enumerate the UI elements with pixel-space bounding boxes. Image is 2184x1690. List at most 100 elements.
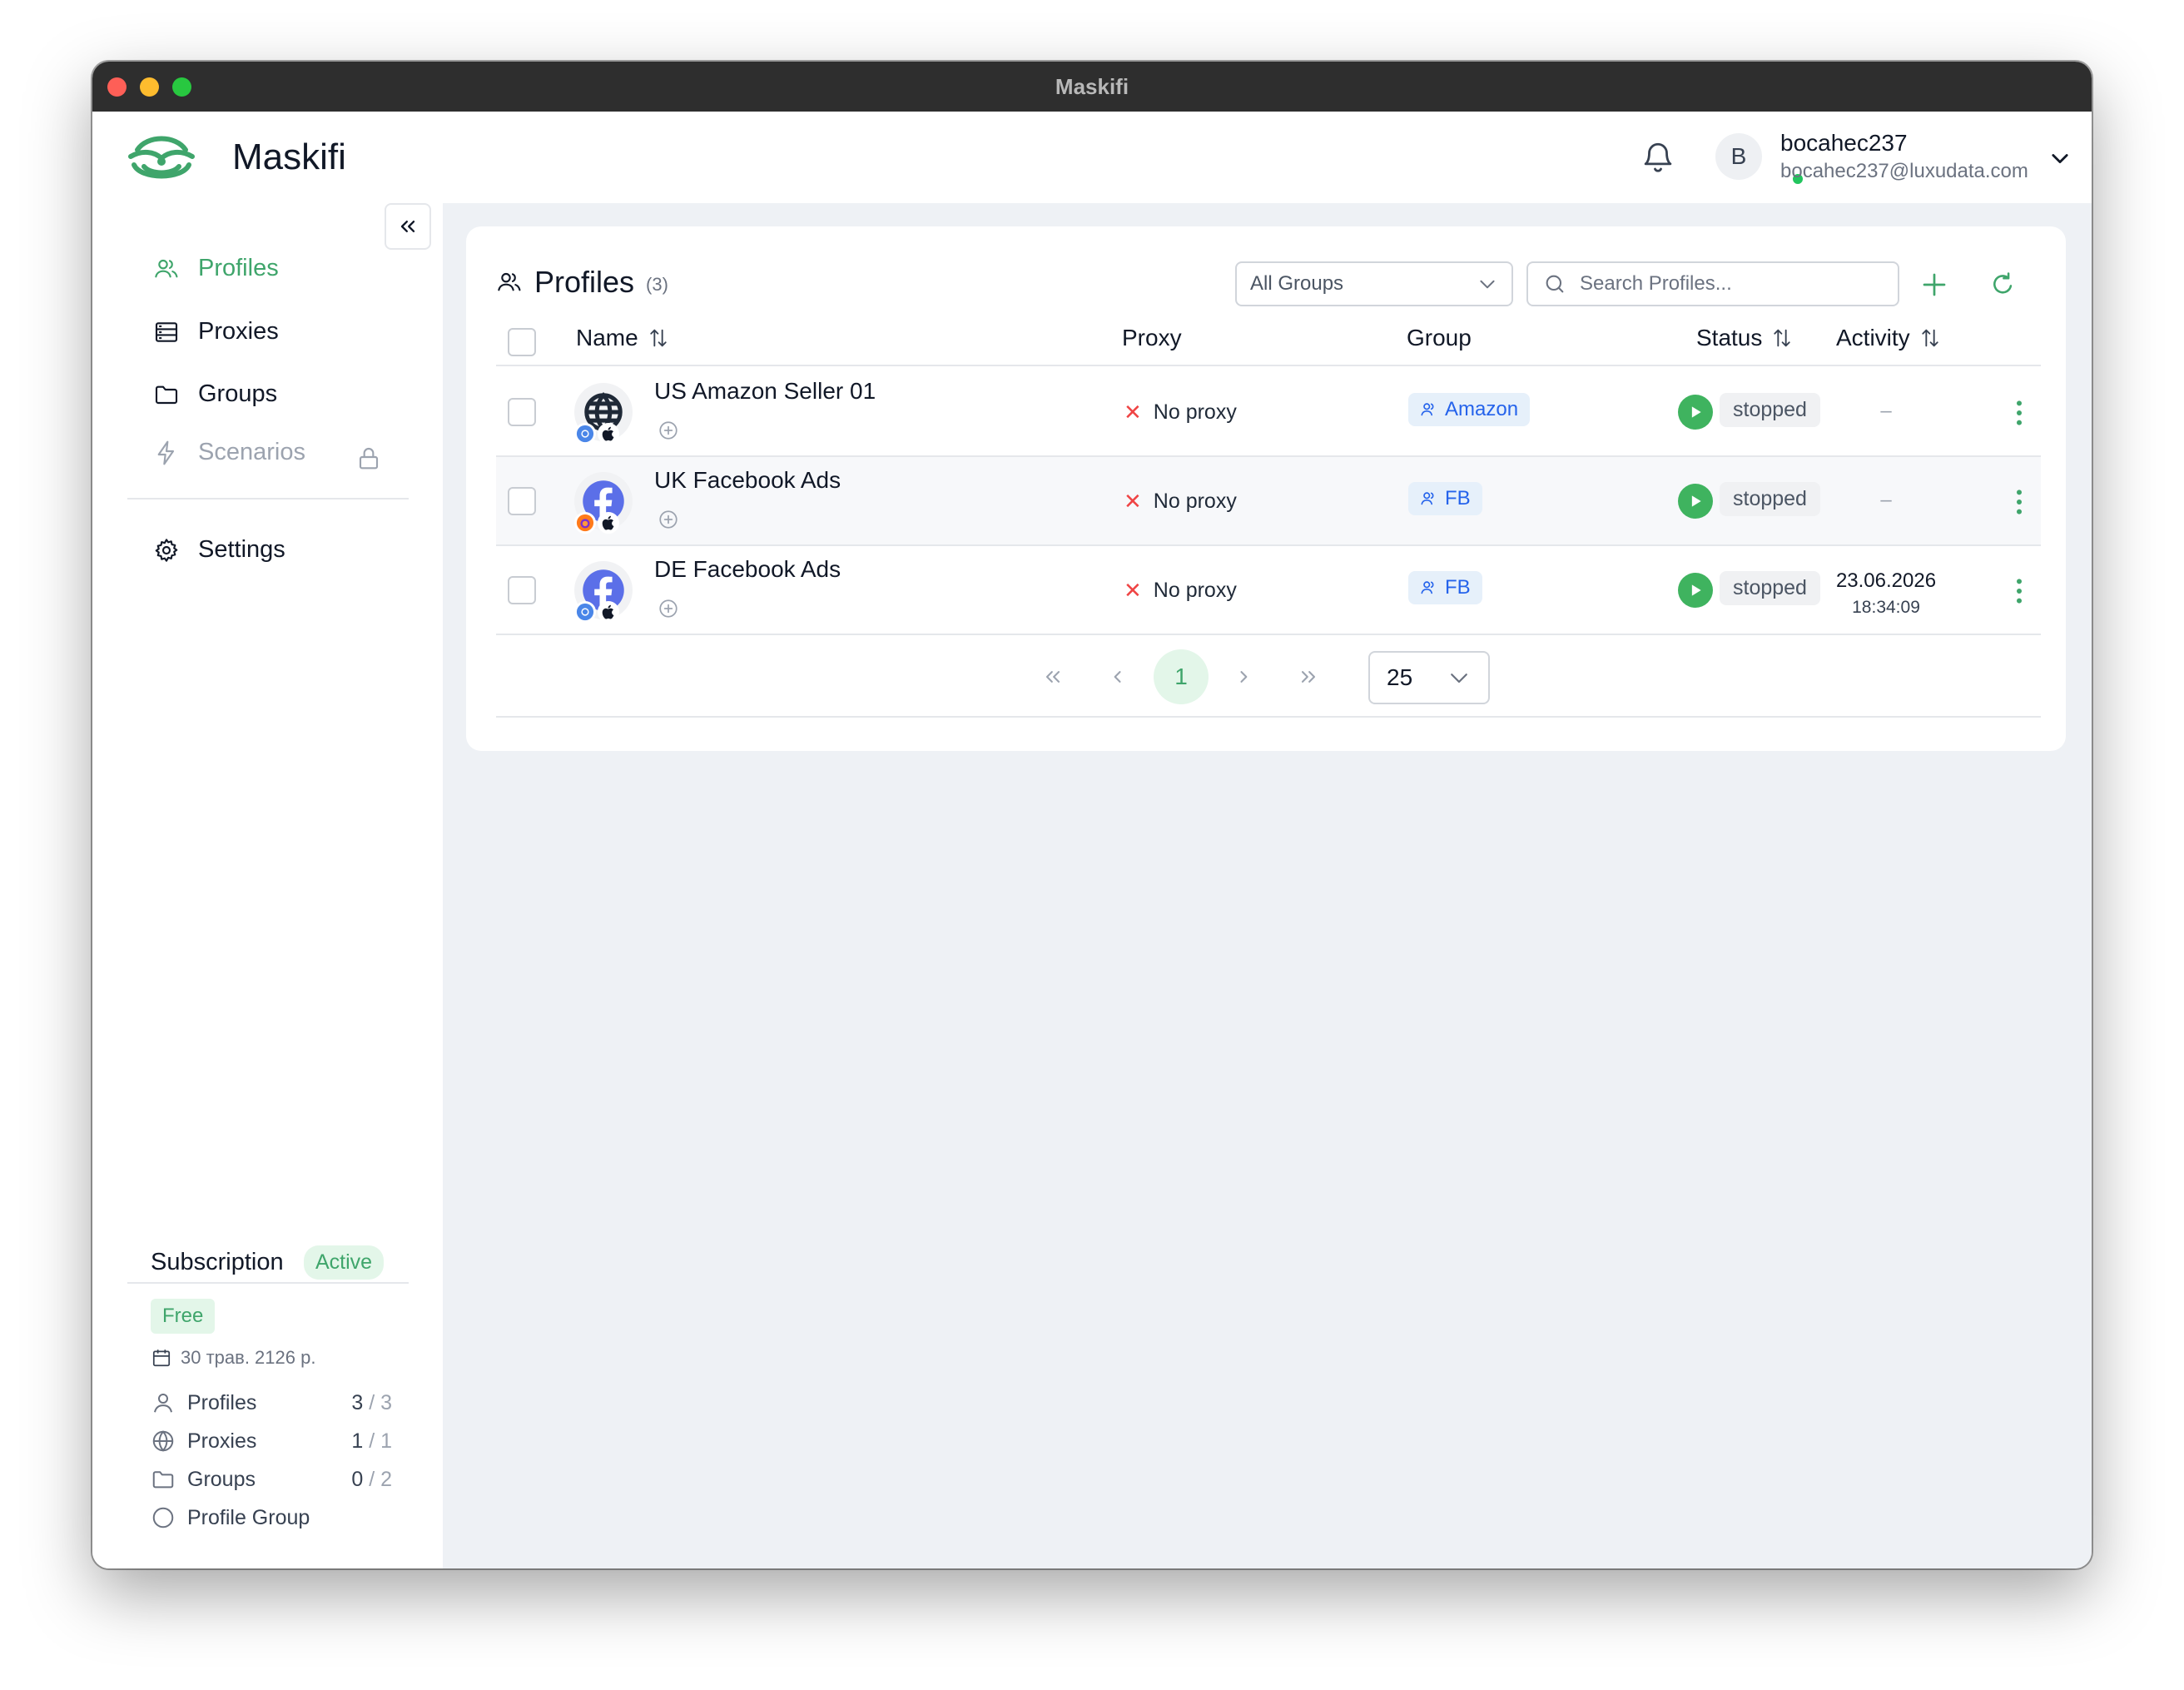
table-row[interactable]: UK Facebook Ads ✕ No proxy FB stopped – [496, 457, 2041, 546]
apple-icon [598, 601, 619, 623]
start-profile-button[interactable] [1678, 395, 1713, 430]
chevron-left-icon [1114, 671, 1121, 683]
column-activity[interactable]: Activity [1836, 325, 1942, 351]
profile-name[interactable]: DE Facebook Ads [654, 556, 841, 583]
profile-name[interactable]: US Amazon Seller 01 [654, 378, 876, 405]
globe-icon [152, 1430, 174, 1452]
search-field[interactable] [1526, 261, 1899, 306]
server-icon [155, 321, 178, 342]
group-filter-select[interactable]: All Groups [1235, 261, 1513, 306]
sort-icon [1774, 329, 1791, 347]
no-proxy-x-icon: ✕ [1124, 400, 1142, 425]
limit-row-groups: Groups 0 / 2 [151, 1467, 392, 1492]
column-proxy: Proxy [1122, 325, 1182, 350]
group-tag-label: Amazon [1445, 398, 1519, 420]
row-checkbox[interactable] [508, 487, 536, 515]
collapse-sidebar-button[interactable] [385, 203, 431, 250]
app-header: Maskifi B bocahec237 bocahec237@luxudata… [92, 112, 2092, 203]
limit-count: 0 / 2 [351, 1467, 392, 1491]
proxy-cell: ✕ No proxy [1124, 578, 1237, 604]
column-status[interactable]: Status [1696, 325, 1794, 351]
more-vertical-icon[interactable] [2003, 396, 2036, 430]
page-1-button[interactable]: 1 [1154, 649, 1209, 704]
user-avatar[interactable]: B [1715, 133, 1762, 180]
last-page-button[interactable] [1281, 649, 1336, 704]
limit-count: 3 / 3 [351, 1390, 392, 1414]
limit-label: Profiles [187, 1390, 257, 1414]
subscription-status-badge: Active [304, 1245, 385, 1280]
more-vertical-icon[interactable] [2003, 485, 2036, 519]
activity-cell: 23.06.2026 18:34:09 [1828, 568, 1944, 621]
proxy-value: No proxy [1153, 490, 1237, 513]
folder-icon [155, 385, 178, 404]
apple-icon [598, 512, 619, 534]
apple-icon [598, 423, 619, 445]
rows-per-page-select[interactable]: 25 [1368, 651, 1490, 704]
add-tag-icon[interactable] [658, 420, 679, 441]
sidebar-item-label: Groups [198, 380, 278, 407]
app-window: Maskifi Maskifi B bocahec237 bocahec237@… [92, 62, 2092, 1568]
proxy-value: No proxy [1153, 400, 1237, 424]
status-badge: stopped [1720, 571, 1820, 605]
maximize-window-button[interactable] [172, 77, 191, 97]
profile-name[interactable]: UK Facebook Ads [654, 467, 841, 494]
minimize-window-button[interactable] [140, 77, 159, 97]
column-name[interactable]: Name [576, 325, 670, 351]
profiles-count: (3) [646, 274, 668, 295]
row-checkbox[interactable] [508, 576, 536, 604]
calendar-icon [152, 1350, 171, 1367]
user-icon [154, 1394, 172, 1413]
play-icon [1691, 406, 1701, 418]
search-input[interactable] [1580, 272, 1879, 296]
first-page-button[interactable] [1025, 649, 1080, 704]
page-title: Profiles [534, 265, 635, 299]
table-header: Name Proxy Group Status Activity [496, 320, 2041, 366]
user-name[interactable]: bocahec237 [1780, 130, 1908, 157]
search-icon [1546, 275, 1564, 293]
more-vertical-icon[interactable] [2003, 574, 2036, 608]
activity-cell: – [1880, 400, 1892, 422]
chevrons-left-icon [400, 221, 415, 232]
users-icon [1421, 581, 1434, 594]
sidebar-item-groups[interactable]: Groups [153, 380, 277, 408]
main-content: Profiles (3) All Groups Name [443, 203, 2092, 1568]
select-all-checkbox[interactable] [508, 328, 536, 356]
plan-badge: Free [151, 1299, 216, 1334]
gear-icon [155, 538, 178, 562]
limit-row-proxies: Proxies 1 / 1 [151, 1429, 392, 1454]
activity-time: 18:34:09 [1852, 598, 1920, 617]
circle-icon [152, 1507, 174, 1528]
table-row[interactable]: US Amazon Seller 01 ✕ No proxy Amazon st… [496, 368, 2041, 457]
proxy-value: No proxy [1153, 579, 1237, 602]
start-profile-button[interactable] [1678, 573, 1713, 608]
close-window-button[interactable] [107, 77, 127, 97]
chevrons-left-icon [1045, 671, 1060, 683]
add-tag-icon[interactable] [658, 598, 679, 619]
sidebar-item-profiles[interactable]: Profiles [153, 255, 279, 282]
add-profile-button[interactable] [1918, 268, 1951, 301]
table-row[interactable]: DE Facebook Ads ✕ No proxy FB stopped 23… [496, 546, 2041, 635]
row-checkbox[interactable] [508, 398, 536, 426]
users-icon [1421, 403, 1434, 416]
group-tag-label: FB [1445, 576, 1471, 599]
column-group: Group [1407, 325, 1472, 350]
rows-per-page-value: 25 [1387, 664, 1413, 690]
chrome-icon [574, 423, 596, 445]
no-proxy-x-icon: ✕ [1124, 578, 1142, 603]
limit-row-profiles: Profiles 3 / 3 [151, 1390, 392, 1415]
next-page-button[interactable] [1217, 649, 1272, 704]
sidebar-item-proxies[interactable]: Proxies [153, 318, 279, 345]
notifications-bell-icon[interactable] [1640, 140, 1675, 175]
sidebar-item-settings[interactable]: Settings [153, 536, 285, 564]
title-bar: Maskifi [92, 62, 2092, 112]
user-menu-chevron-down-icon[interactable] [2048, 147, 2072, 170]
previous-page-button[interactable] [1090, 649, 1144, 704]
refresh-button[interactable] [1986, 268, 2019, 301]
start-profile-button[interactable] [1678, 484, 1713, 519]
limit-row-profile-group: Profile Group [151, 1505, 392, 1530]
app-name: Maskifi [232, 137, 346, 177]
sidebar-item-scenarios[interactable]: Scenarios [153, 439, 305, 466]
lock-icon [359, 448, 379, 470]
add-tag-icon[interactable] [658, 509, 679, 530]
group-tag: Amazon [1408, 393, 1531, 426]
